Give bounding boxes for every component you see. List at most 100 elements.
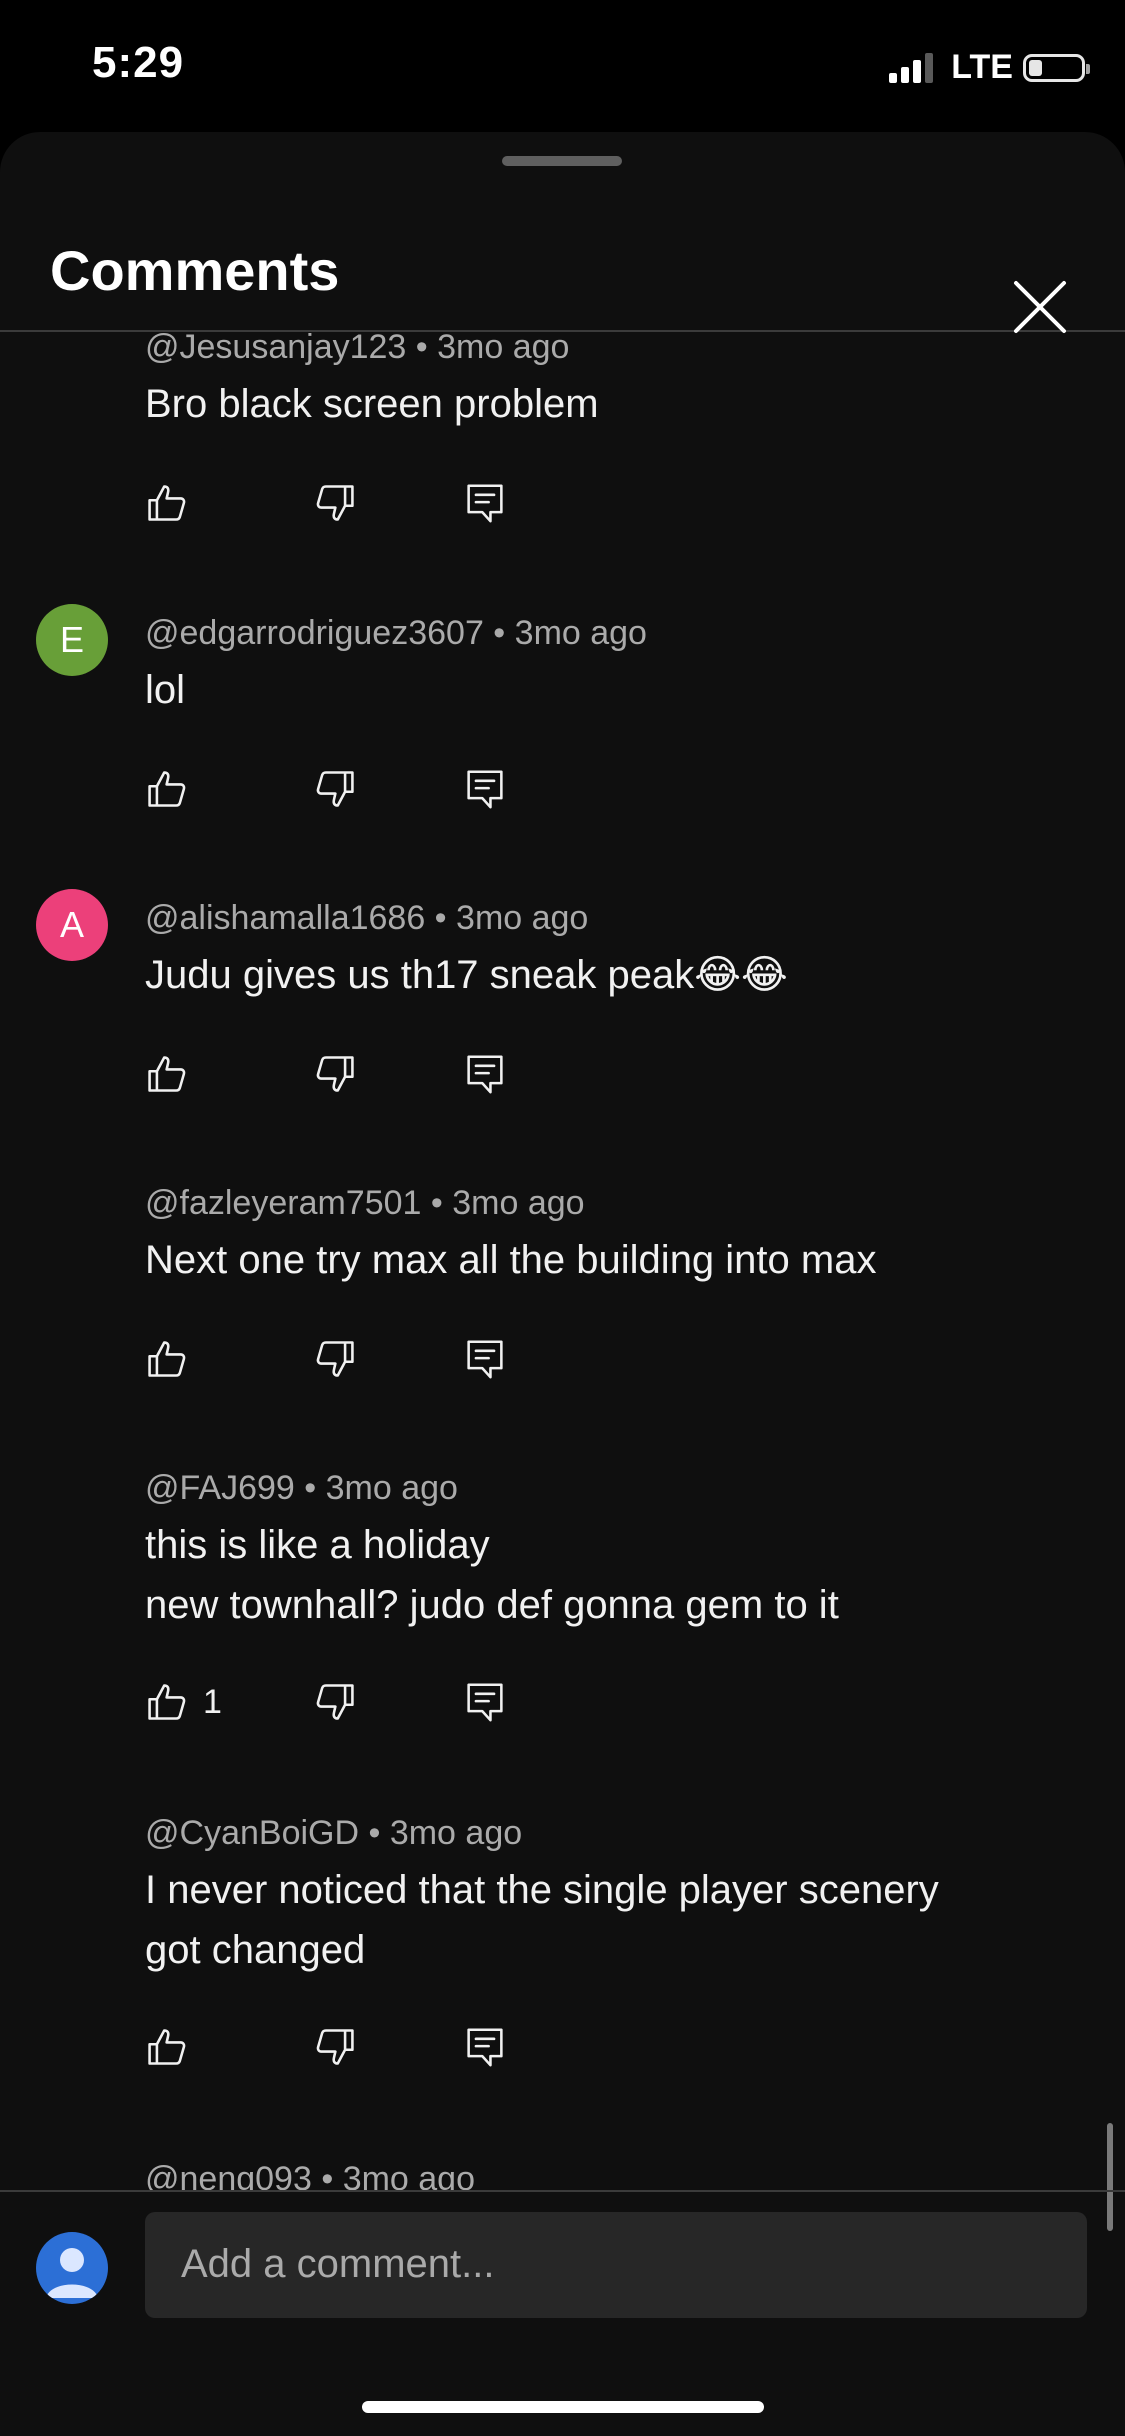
- comment-item: @neng093 • 3mo ago: [0, 2150, 1125, 2190]
- comment-item: A @alishamalla1686 • 3mo ago Judu gives …: [0, 889, 1125, 1174]
- reply-button[interactable]: [465, 2022, 505, 2072]
- battery-icon: [1023, 53, 1090, 82]
- thumb-down-icon: [316, 1056, 354, 1092]
- drag-handle[interactable]: [502, 156, 622, 166]
- close-button[interactable]: [1010, 277, 1070, 337]
- reply-button[interactable]: [465, 1334, 505, 1384]
- battery-level: [1029, 59, 1042, 76]
- like-button[interactable]: 1: [145, 1677, 222, 1727]
- reply-icon: [467, 2028, 503, 2067]
- comment-age: 3mo ago: [514, 614, 647, 652]
- dislike-button[interactable]: [313, 1334, 357, 1384]
- comment-text: lol: [145, 660, 185, 720]
- comment-text-line: Next one try max all the building into m…: [145, 1238, 877, 1282]
- sheet-title: Comments: [50, 239, 340, 302]
- thumb-down-icon: [316, 1341, 354, 1377]
- comment-meta: @alishamalla1686 • 3mo ago: [145, 899, 589, 937]
- status-indicators: LTE: [889, 48, 1090, 87]
- status-time: 5:29: [92, 38, 185, 87]
- comment-age: 3mo ago: [452, 1184, 585, 1222]
- signal-icon: [889, 52, 937, 83]
- comment-text-line: Judu gives us th17 sneak peak😂😂: [145, 953, 788, 997]
- comment-composer: Add a comment...: [0, 2190, 1125, 2436]
- comment-item: @fazleyeram7501 • 3mo ago Next one try m…: [0, 1174, 1125, 1459]
- like-button[interactable]: [145, 2022, 189, 2072]
- thumb-down-icon: [316, 1684, 354, 1720]
- comment-meta: @fazleyeram7501 • 3mo ago: [145, 1184, 585, 1222]
- comment-author[interactable]: @neng093: [145, 2160, 312, 2190]
- comment-list[interactable]: @Jesusanjay123 • 3mo ago Bro black scree…: [0, 332, 1125, 2190]
- dislike-button[interactable]: [313, 478, 357, 528]
- close-icon: [1014, 281, 1066, 333]
- user-avatar[interactable]: [36, 2232, 108, 2304]
- reply-icon: [467, 1340, 503, 1379]
- comment-meta: @edgarrodriguez3607 • 3mo ago: [145, 614, 647, 652]
- dislike-button[interactable]: [313, 764, 357, 814]
- thumb-up-icon: [148, 1684, 186, 1720]
- comment-actions: [145, 764, 545, 814]
- comment-text: this is like a holiday new townhall? jud…: [145, 1515, 839, 1635]
- avatar[interactable]: E: [36, 604, 108, 676]
- comment-actions: [145, 478, 545, 528]
- comments-sheet: Comments @Jesusanjay123 • 3mo ago Bro bl…: [0, 132, 1125, 2436]
- thumb-down-icon: [316, 485, 354, 521]
- comment-text-line: new townhall? judo def gonna gem to it: [145, 1583, 839, 1627]
- comment-actions: [145, 1049, 545, 1099]
- comment-age: 3mo ago: [325, 1469, 458, 1507]
- reply-icon: [467, 1055, 503, 1094]
- add-comment-input[interactable]: Add a comment...: [145, 2212, 1087, 2318]
- comment-meta: @neng093 • 3mo ago: [145, 2160, 475, 2190]
- reply-icon: [467, 1683, 503, 1722]
- reply-icon: [467, 484, 503, 523]
- dislike-button[interactable]: [313, 1049, 357, 1099]
- like-button[interactable]: [145, 478, 189, 528]
- reply-button[interactable]: [465, 1677, 505, 1727]
- like-button[interactable]: [145, 1049, 189, 1099]
- reply-button[interactable]: [465, 478, 505, 528]
- thumb-up-icon: [148, 1341, 186, 1377]
- comment-author[interactable]: @CyanBoiGD: [145, 1814, 359, 1852]
- comment-text: Next one try max all the building into m…: [145, 1230, 876, 1290]
- like-button[interactable]: [145, 1334, 189, 1384]
- comment-author[interactable]: @fazleyeram7501: [145, 1184, 421, 1222]
- comment-actions: [145, 2022, 545, 2072]
- thumb-up-icon: [148, 1056, 186, 1092]
- comment-text-line: this is like a holiday: [145, 1523, 490, 1567]
- comment-author[interactable]: @edgarrodriguez3607: [145, 614, 484, 652]
- comment-author[interactable]: @alishamalla1686: [145, 899, 425, 937]
- comment-meta: @Jesusanjay123 • 3mo ago: [145, 332, 569, 367]
- comment-meta: @FAJ699 • 3mo ago: [145, 1469, 458, 1507]
- comment-text-line: got changed: [145, 1928, 366, 1972]
- comment-item: E @edgarrodriguez3607 • 3mo ago lol: [0, 604, 1125, 889]
- reply-button[interactable]: [465, 1049, 505, 1099]
- comment-author[interactable]: @FAJ699: [145, 1469, 295, 1507]
- status-bar: 5:29 LTE: [0, 0, 1125, 140]
- comment-text-line: lol: [145, 668, 186, 712]
- network-type: LTE: [951, 48, 1013, 86]
- dislike-button[interactable]: [313, 1677, 357, 1727]
- user-icon: [46, 2248, 98, 2298]
- comment-age: 3mo ago: [456, 899, 589, 937]
- avatar[interactable]: A: [36, 889, 108, 961]
- comment-author[interactable]: @Jesusanjay123: [145, 332, 406, 366]
- thumb-down-icon: [316, 771, 354, 807]
- comment-text-line: I never noticed that the single player s…: [145, 1868, 939, 1912]
- reply-icon: [467, 770, 503, 809]
- home-indicator[interactable]: [362, 2401, 764, 2413]
- like-count: 1: [203, 1682, 222, 1721]
- comment-actions: [145, 1334, 545, 1384]
- thumb-down-icon: [316, 2029, 354, 2065]
- comment-meta: @CyanBoiGD • 3mo ago: [145, 1814, 523, 1852]
- add-comment-placeholder: Add a comment...: [181, 2242, 495, 2286]
- thumb-up-icon: [148, 485, 186, 521]
- comment-text: Judu gives us th17 sneak peak😂😂: [145, 945, 788, 1005]
- reply-button[interactable]: [465, 764, 505, 814]
- thumb-up-icon: [148, 2029, 186, 2065]
- dislike-button[interactable]: [313, 2022, 357, 2072]
- comment-age: 3mo ago: [389, 1814, 523, 1852]
- like-button[interactable]: [145, 764, 189, 814]
- comment-actions: 1: [145, 1677, 545, 1727]
- thumb-up-icon: [148, 771, 186, 807]
- comment-age: 3mo ago: [437, 332, 570, 366]
- comment-text-line: Bro black screen problem: [145, 382, 599, 426]
